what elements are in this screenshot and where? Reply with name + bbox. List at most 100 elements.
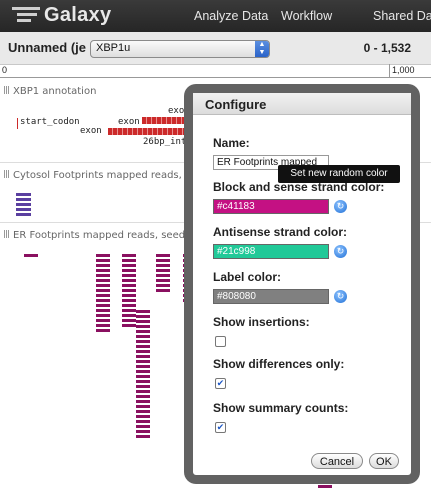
read-bar <box>16 198 31 201</box>
read-bar <box>96 309 110 312</box>
drag-handle-icon[interactable] <box>4 86 10 94</box>
galaxy-logo-icon[interactable] <box>12 7 40 25</box>
read-bar <box>122 274 136 277</box>
read-bar <box>122 319 136 322</box>
read-bar <box>136 330 150 333</box>
read-bar <box>16 193 31 196</box>
read-bar <box>122 279 136 282</box>
configure-dialog: Configure Name: ER Footprints mapped Blo… <box>184 84 420 484</box>
read-bar <box>136 310 150 313</box>
track-label-annotation[interactable]: XBP1 annotation <box>4 86 96 97</box>
read-bar <box>96 319 110 322</box>
read-bar <box>122 294 136 297</box>
show-insertions-checkbox[interactable] <box>215 336 226 347</box>
show-differences-label: Show differences only: <box>213 357 345 371</box>
read-bar <box>136 405 150 408</box>
read-bar <box>318 485 332 488</box>
read-bar <box>136 425 150 428</box>
ruler-end: 1,000 <box>392 65 415 75</box>
read-bar <box>156 269 170 272</box>
browser-header: Unnamed (je XBP1u ▲ ▼ 0 - 1,532 <box>0 32 431 65</box>
read-bar <box>16 208 31 211</box>
ruler-tick <box>389 64 390 77</box>
read-bar <box>156 284 170 287</box>
read-bar <box>122 299 136 302</box>
refresh-icon[interactable]: ↻ <box>334 290 347 303</box>
read-bar <box>122 254 136 257</box>
read-bar <box>122 309 136 312</box>
read-bar <box>136 320 150 323</box>
track-label-cytosol[interactable]: Cytosol Footprints mapped reads, se <box>4 170 196 181</box>
masthead: Galaxy Analyze Data Workflow Shared Da <box>0 0 431 32</box>
read-bar <box>156 254 170 257</box>
range-display: 0 - 1,532 <box>363 41 411 55</box>
chrom-select[interactable]: XBP1u ▲ ▼ <box>90 40 270 58</box>
nav-workflow[interactable]: Workflow <box>281 9 332 23</box>
read-bar <box>96 299 110 302</box>
show-differences-checkbox[interactable]: ✔ <box>215 378 226 389</box>
show-summary-checkbox[interactable]: ✔ <box>215 422 226 433</box>
antisense-color-label: Antisense strand color: <box>213 225 348 239</box>
read-bar <box>136 340 150 343</box>
read-bar <box>136 380 150 383</box>
read-bar <box>96 264 110 267</box>
name-label: Name: <box>213 136 250 150</box>
nav-analyze-data[interactable]: Analyze Data <box>194 9 268 23</box>
read-bar <box>136 365 150 368</box>
cancel-button[interactable]: Cancel <box>311 453 363 469</box>
nav-shared-data[interactable]: Shared Da <box>373 9 431 23</box>
read-bar <box>136 370 150 373</box>
read-bar <box>136 375 150 378</box>
label-color-input[interactable]: #808080 <box>213 289 329 304</box>
show-insertions-label: Show insertions: <box>213 315 310 329</box>
read-bar <box>96 329 110 332</box>
ruler: 0 1,000 <box>0 64 431 78</box>
read-bar <box>96 269 110 272</box>
read-bar <box>122 324 136 327</box>
read-bar <box>96 259 110 262</box>
read-bar <box>96 279 110 282</box>
antisense-color-input[interactable]: #21c998 <box>213 244 329 259</box>
ok-button[interactable]: OK <box>369 453 399 469</box>
read-bar <box>136 430 150 433</box>
tooltip: Set new random color <box>278 165 400 183</box>
read-bar <box>136 315 150 318</box>
read-bar <box>136 410 150 413</box>
read-bar <box>136 335 150 338</box>
refresh-icon[interactable]: ↻ <box>334 200 347 213</box>
chrom-select-value: XBP1u <box>96 42 131 54</box>
read-bar <box>156 279 170 282</box>
read-bar <box>156 259 170 262</box>
read-bar <box>156 274 170 277</box>
show-summary-label: Show summary counts: <box>213 401 349 415</box>
checkmark-icon: ✔ <box>216 378 225 388</box>
read-bar <box>136 415 150 418</box>
read-bar <box>96 284 110 287</box>
drag-handle-icon[interactable] <box>4 170 10 178</box>
read-bar <box>136 355 150 358</box>
read-bar <box>96 289 110 292</box>
read-bar <box>122 269 136 272</box>
read-bar <box>96 294 110 297</box>
read-bar <box>136 390 150 393</box>
drag-handle-icon[interactable] <box>4 230 10 238</box>
read-bar <box>16 203 31 206</box>
brand-title[interactable]: Galaxy <box>44 4 111 27</box>
checkmark-icon: ✔ <box>216 422 225 432</box>
read-bar <box>136 400 150 403</box>
read-bar <box>136 385 150 388</box>
read-bar <box>136 435 150 438</box>
read-bar <box>96 304 110 307</box>
track-label-er[interactable]: ER Footprints mapped reads, seed_le <box>4 230 199 241</box>
view-name: Unnamed (je <box>8 40 87 55</box>
read-bar <box>136 360 150 363</box>
refresh-icon[interactable]: ↻ <box>334 245 347 258</box>
read-bar <box>96 274 110 277</box>
exon-feature <box>108 128 184 135</box>
read-bar <box>136 325 150 328</box>
read-bar <box>96 324 110 327</box>
block-color-input[interactable]: #c41183 <box>213 199 329 214</box>
read-bar <box>122 304 136 307</box>
read-bar <box>156 289 170 292</box>
read-bar <box>136 420 150 423</box>
